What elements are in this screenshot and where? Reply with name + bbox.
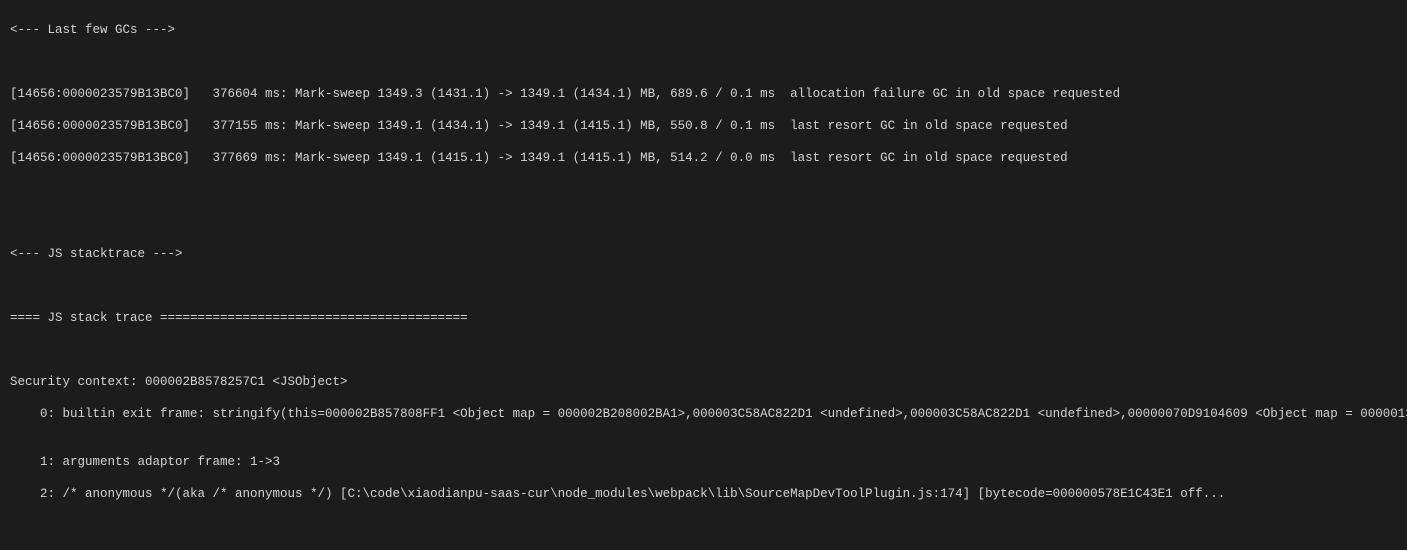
blank-line bbox=[10, 342, 1397, 358]
blank-line bbox=[10, 214, 1397, 230]
security-context: Security context: 000002B8578257C1 <JSOb… bbox=[10, 374, 1397, 390]
blank-line bbox=[10, 54, 1397, 70]
blank-line bbox=[10, 182, 1397, 198]
blank-line bbox=[10, 278, 1397, 294]
stack-frame: 1: arguments adaptor frame: 1->3 bbox=[10, 454, 1397, 470]
blank-line bbox=[10, 518, 1397, 534]
gc-line: [14656:0000023579B13BC0] 376604 ms: Mark… bbox=[10, 86, 1397, 102]
gc-line: [14656:0000023579B13BC0] 377669 ms: Mark… bbox=[10, 150, 1397, 166]
stack-frame: 0: builtin exit frame: stringify(this=00… bbox=[10, 406, 1397, 422]
terminal-output[interactable]: <--- Last few GCs ---> [14656:0000023579… bbox=[0, 0, 1407, 550]
gc-line: [14656:0000023579B13BC0] 377155 ms: Mark… bbox=[10, 118, 1397, 134]
gc-header: <--- Last few GCs ---> bbox=[10, 22, 1397, 38]
js-stacktrace-header: <--- JS stacktrace ---> bbox=[10, 246, 1397, 262]
stack-frame: 2: /* anonymous */(aka /* anonymous */) … bbox=[10, 486, 1397, 502]
js-stack-trace-sep: ==== JS stack trace ====================… bbox=[10, 310, 1397, 326]
